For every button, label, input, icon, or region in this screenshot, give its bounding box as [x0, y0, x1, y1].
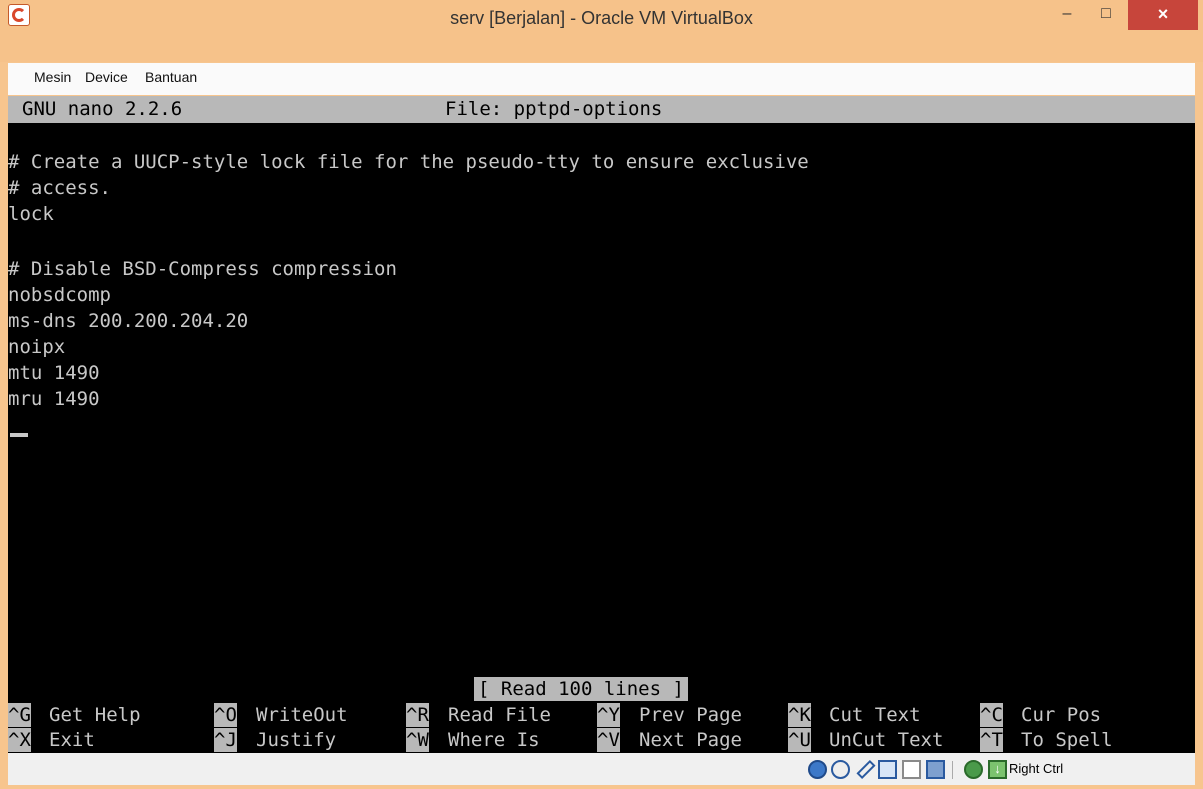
status-message: [ Read 100 lines ] [474, 677, 688, 701]
host-key-label: Right Ctrl [1009, 761, 1064, 776]
nano-version: GNU nano 2.2.6 [22, 98, 183, 120]
shortcut-key-uncut-text: ^U [788, 728, 811, 752]
usb-icon[interactable] [856, 759, 876, 780]
shortcut-key-prev-page: ^Y [597, 703, 620, 727]
vm-screen[interactable]: GNU nano 2.2.6 File: pptpd-options # Cre… [8, 96, 1195, 753]
text-line[interactable]: nobsdcomp [8, 282, 111, 308]
shortcut-key-next-page: ^V [597, 728, 620, 752]
text-line[interactable]: ms-dns 200.200.204.20 [8, 308, 248, 334]
display-icon[interactable] [926, 760, 945, 779]
optical-drive-icon[interactable] [831, 760, 850, 779]
vm-status-bar: ↓ Right Ctrl [8, 753, 1195, 785]
shortcut-label-to-spell: To Spell [1021, 729, 1113, 751]
menu-mesin[interactable]: Mesin [34, 69, 71, 85]
title-bar[interactable]: serv [Berjalan] - Oracle VM VirtualBox –… [0, 0, 1203, 62]
text-line[interactable]: mru 1490 [8, 386, 100, 412]
shortcut-label-where-is: Where Is [448, 729, 540, 751]
shortcut-label-cur-pos: Cur Pos [1021, 704, 1102, 726]
shortcut-key-justify: ^J [214, 728, 237, 752]
mouse-integration-icon[interactable] [964, 760, 983, 779]
shortcut-key-read-file: ^R [406, 703, 429, 727]
shortcut-label-uncut-text: UnCut Text [829, 729, 944, 751]
shortcut-label-read-file: Read File [448, 704, 551, 726]
shortcut-key-get-help: ^G [8, 703, 31, 727]
shortcut-label-writeout: WriteOut [256, 704, 348, 726]
shortcut-label-get-help: Get Help [49, 704, 141, 726]
menu-bantuan[interactable]: Bantuan [145, 69, 197, 85]
text-line[interactable]: # access. [8, 175, 111, 201]
text-line[interactable]: # Disable BSD-Compress compression [8, 256, 397, 282]
minimize-button[interactable]: – [1049, 0, 1085, 30]
network-icon[interactable] [878, 760, 897, 779]
text-line[interactable]: noipx [8, 334, 65, 360]
shortcut-label-justify: Justify [256, 729, 337, 751]
menu-device[interactable]: Device [85, 69, 128, 85]
shortcut-key-writeout: ^O [214, 703, 237, 727]
hard-disk-icon[interactable] [808, 760, 827, 779]
nano-filename: File: pptpd-options [445, 98, 663, 120]
shortcut-key-to-spell: ^T [980, 728, 1003, 752]
keyboard-capture-icon[interactable]: ↓ [988, 760, 1007, 779]
shortcut-key-where-is: ^W [406, 728, 429, 752]
close-button[interactable]: × [1128, 0, 1198, 30]
shortcut-label-exit: Exit [49, 729, 95, 751]
shared-folder-icon[interactable] [902, 760, 921, 779]
shortcut-key-cur-pos: ^C [980, 703, 1003, 727]
window-title: serv [Berjalan] - Oracle VM VirtualBox [450, 8, 753, 28]
virtualbox-window: serv [Berjalan] - Oracle VM VirtualBox –… [0, 0, 1203, 789]
text-line[interactable]: mtu 1490 [8, 360, 100, 386]
text-cursor [10, 433, 28, 437]
maximize-button[interactable]: □ [1088, 0, 1124, 30]
text-line[interactable]: # Create a UUCP-style lock file for the … [8, 149, 809, 175]
shortcut-label-next-page: Next Page [639, 729, 742, 751]
shortcut-label-cut-text: Cut Text [829, 704, 921, 726]
nano-header: GNU nano 2.2.6 File: pptpd-options [8, 96, 1195, 123]
menu-bar: Mesin Device Bantuan [8, 63, 1195, 95]
status-separator [952, 761, 953, 779]
text-line[interactable]: lock [8, 201, 54, 227]
shortcut-key-cut-text: ^K [788, 703, 811, 727]
shortcut-key-exit: ^X [8, 728, 31, 752]
shortcut-label-prev-page: Prev Page [639, 704, 742, 726]
